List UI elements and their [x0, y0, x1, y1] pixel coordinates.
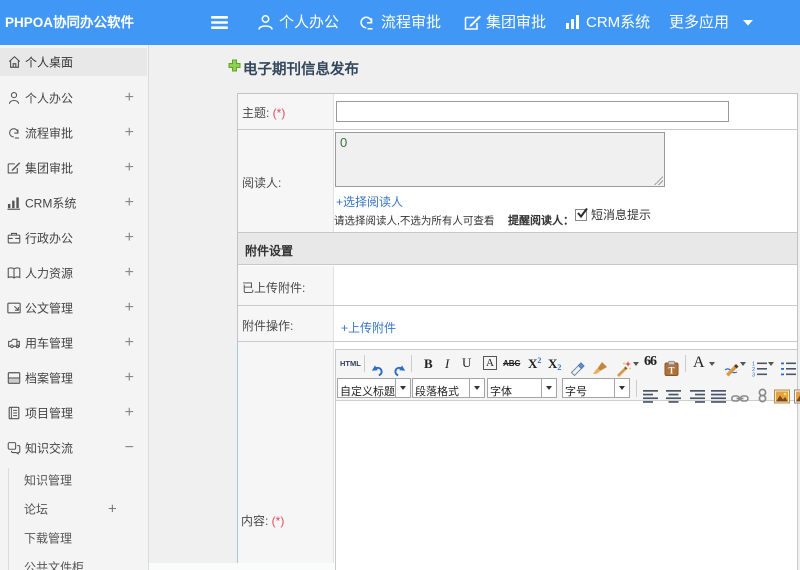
svg-text:T: T [668, 365, 674, 375]
